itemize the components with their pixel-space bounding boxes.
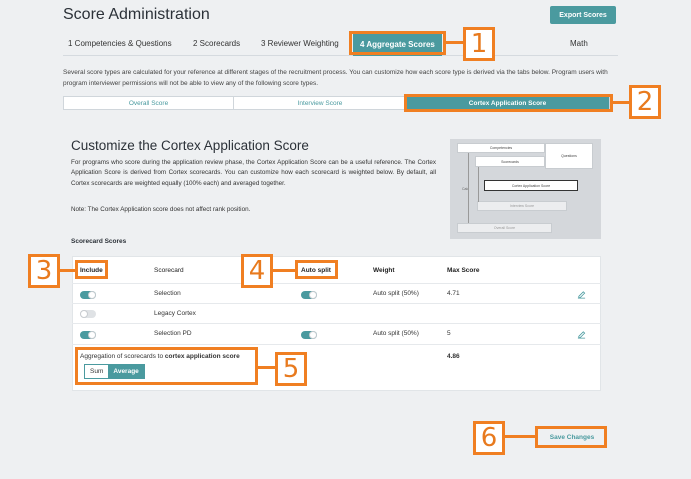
highlight-include-col [75, 260, 108, 279]
callout-4: 4 [241, 254, 273, 288]
col-max-score: Max Score [447, 267, 480, 274]
callout-2: 2 [629, 85, 661, 119]
highlight-aggregate-tab [349, 31, 446, 55]
tab-competencies-questions[interactable]: 1 Competencies & Questions [68, 39, 172, 48]
callout-connector [446, 41, 463, 44]
callout-connector [273, 269, 295, 272]
diagram-scorecards: Scorecards [475, 156, 545, 167]
highlight-save-button [535, 426, 607, 448]
diagram-interview-score: Interview Score [477, 201, 567, 211]
score-flow-diagram: Competencies Questions Scorecards Cortex… [450, 139, 601, 239]
tab-scorecards[interactable]: 2 Scorecards [193, 39, 240, 48]
col-weight: Weight [373, 267, 395, 274]
diagram-competencies: Competencies [457, 143, 545, 153]
auto-split-toggle[interactable] [301, 331, 317, 339]
diagram-cortex-app-score: Cortex Application Score [484, 180, 578, 191]
include-toggle[interactable] [80, 310, 96, 318]
page-title: Score Administration [63, 6, 210, 23]
max-score-value: 4.71 [447, 290, 460, 297]
rank-note: Note: The Cortex Application score does … [71, 206, 251, 213]
callout-connector [613, 101, 629, 104]
section-body: For programs who score during the applic… [71, 159, 436, 187]
diagram-questions: Questions [545, 143, 593, 169]
scorecard-name: Legacy Cortex [154, 310, 196, 317]
tab-reviewer-weighting[interactable]: 3 Reviewer Weighting [261, 39, 339, 48]
edit-icon[interactable] [577, 330, 586, 339]
diagram-overall-score: Overall Score [457, 223, 552, 233]
callout-5: 5 [275, 352, 307, 386]
callout-6: 6 [473, 421, 505, 455]
export-scores-button[interactable]: Export Scores [550, 6, 616, 24]
subtab-interview-score[interactable]: Interview Score [234, 97, 407, 109]
row-divider [72, 323, 601, 324]
include-toggle[interactable] [80, 331, 96, 339]
callout-connector [60, 269, 75, 272]
row-divider [72, 344, 601, 345]
weight-value: Auto split (50%) [373, 290, 419, 297]
main-tabs: 1 Competencies & Questions 2 Scorecards … [63, 31, 618, 56]
subtab-overall-score[interactable]: Overall Score [64, 97, 234, 109]
total-max-score: 4.86 [447, 353, 460, 360]
section-title: Customize the Cortex Application Score [71, 138, 309, 153]
include-toggle[interactable] [80, 291, 96, 299]
highlight-aggregation [75, 347, 258, 385]
edit-icon[interactable] [577, 290, 586, 299]
row-divider [72, 303, 601, 304]
scorecard-scores-label: Scorecard Scores [71, 238, 127, 245]
max-score-value: 5 [447, 330, 451, 337]
scorecard-name: Selection [154, 290, 181, 297]
col-scorecard: Scorecard [154, 267, 184, 274]
scorecard-name: Selection PD [154, 330, 192, 337]
callout-connector [505, 435, 535, 438]
highlight-cortex-subtab [404, 94, 613, 112]
score-types-description: Several score types are calculated for y… [63, 69, 608, 88]
callout-connector [258, 366, 275, 369]
callout-1: 1 [463, 27, 495, 61]
callout-3: 3 [28, 254, 60, 288]
auto-split-toggle[interactable] [301, 291, 317, 299]
diagram-connector [468, 153, 469, 223]
row-divider [72, 283, 601, 284]
weight-value: Auto split (50%) [373, 330, 419, 337]
highlight-auto-split-col [295, 260, 338, 279]
diagram-connector [478, 167, 479, 202]
tab-math[interactable]: Math [570, 39, 588, 48]
